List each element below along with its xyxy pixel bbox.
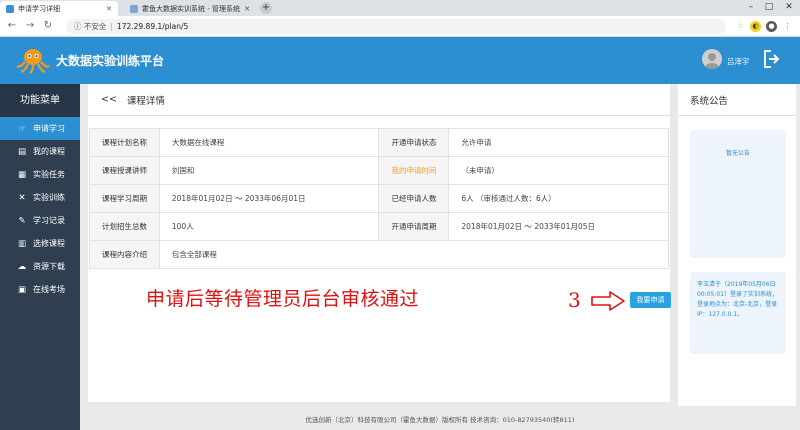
sidebar-item-electives[interactable]: ▥ 选修课程 bbox=[0, 232, 80, 255]
url-separator: | bbox=[110, 22, 113, 31]
field-value: 2018年01月02日 ～ 2033年01月05日 bbox=[448, 212, 669, 241]
browser-tab-bar: 申请学习详细 ✕ 霍鱼大数据实训系统 - 管理系统 ✕ + – □ ✕ bbox=[0, 0, 800, 16]
app-header: 大数据实验训练平台 吕泽宇 bbox=[0, 37, 800, 84]
url-text: 172.29.89.1/plan/5 bbox=[116, 22, 189, 31]
menu-kebab-icon[interactable]: ⋮ bbox=[782, 21, 793, 32]
book-icon: ▤ bbox=[17, 146, 27, 157]
field-value: 大数据在线课程 bbox=[158, 128, 380, 157]
username[interactable]: 吕泽宇 bbox=[727, 56, 750, 67]
calendar-icon: ▦ bbox=[17, 169, 27, 180]
forward-arrow-icon[interactable]: → bbox=[24, 20, 36, 31]
notice-empty-box: 暂无公告 bbox=[690, 130, 786, 258]
field-label: 计划招生总数 bbox=[89, 212, 160, 241]
exam-icon: ▣ bbox=[17, 284, 27, 295]
back-arrow-icon[interactable]: ← bbox=[6, 20, 18, 31]
sidebar-item-label: 资源下载 bbox=[33, 262, 65, 271]
info-icon: ⓘ bbox=[74, 22, 84, 31]
extension-icon[interactable]: ◐ bbox=[750, 21, 761, 32]
sidebar-item-downloads[interactable]: ☁ 资源下载 bbox=[0, 255, 80, 278]
field-label: 课程授课讲师 bbox=[89, 156, 160, 185]
table-row: 课程授课讲师 刘国和 我的申请时间 （未申请） bbox=[89, 156, 669, 185]
table-row: 课程计划名称 大数据在线课程 开通申请状态 允许申请 bbox=[89, 128, 669, 157]
field-value: （未申请） bbox=[448, 156, 669, 185]
sidebar-item-label: 在线考场 bbox=[33, 285, 65, 294]
browser-tab-inactive[interactable]: 霍鱼大数据实训系统 - 管理系统 ✕ bbox=[124, 1, 256, 16]
url-field[interactable]: ⓘ 不安全 | 172.29.89.1/plan/5 bbox=[66, 19, 726, 34]
sidebar-item-apply[interactable]: ☞ 申请学习 bbox=[0, 117, 80, 140]
field-label: 课程学习周期 bbox=[89, 184, 160, 213]
field-label: 我的申请时间 bbox=[378, 156, 450, 185]
field-value: 包含全部课程 bbox=[158, 240, 670, 269]
annotation-text: 申请后等待管理员后台审核通过 bbox=[146, 288, 420, 310]
apply-button[interactable]: 我要申请 bbox=[630, 292, 671, 308]
step-number: 3 bbox=[568, 288, 581, 312]
table-row: 课程内容介绍 包含全部课程 bbox=[89, 240, 670, 269]
new-tab-button[interactable]: + bbox=[260, 2, 272, 14]
page-title: 课程详情 bbox=[126, 95, 165, 107]
tab-close-icon[interactable]: ✕ bbox=[104, 5, 114, 13]
field-value: 刘国和 bbox=[158, 156, 380, 185]
reload-icon[interactable]: ↻ bbox=[42, 20, 54, 31]
edit-icon: ✎ bbox=[18, 215, 26, 226]
field-value: 100人 bbox=[158, 212, 380, 241]
sidebar-title: 功能菜单 bbox=[0, 84, 80, 117]
field-value: 6人 （审核通过人数：6人） bbox=[448, 184, 669, 213]
sidebar-item-training[interactable]: ✕ 实验训练 bbox=[0, 186, 80, 209]
table-row: 计划招生总数 100人 开通申请周期 2018年01月02日 ～ 2033年01… bbox=[89, 212, 669, 241]
field-label: 已经申请人数 bbox=[378, 184, 450, 213]
field-label: 课程计划名称 bbox=[89, 128, 160, 157]
logout-icon[interactable] bbox=[762, 49, 780, 69]
login-info-box: 李玉清于（2019年05月06日00:05:01）登录了实训系统，登录地点为：北… bbox=[690, 272, 786, 354]
app-title: 大数据实验训练平台 bbox=[56, 54, 165, 68]
tab-favicon-icon bbox=[6, 4, 14, 13]
address-bar: ← → ↻ ⓘ 不安全 | 172.29.89.1/plan/5 ☆ ◐ ● ⋮ bbox=[0, 16, 800, 37]
table-row: 课程学习周期 2018年01月02日 ～ 2033年06月01日 已经申请人数 … bbox=[89, 184, 669, 213]
right-arrow-icon bbox=[591, 291, 625, 311]
maximize-icon[interactable]: □ bbox=[762, 2, 776, 12]
browser-tab-active[interactable]: 申请学习详细 ✕ bbox=[0, 1, 118, 16]
sidebar-item-label: 选修课程 bbox=[33, 239, 65, 248]
sidebar: 功能菜单 ☞ 申请学习 ▤ 我的课程 ▦ 实验任务 ✕ 实验训练 ✎ 学习记录 … bbox=[0, 84, 80, 430]
sidebar-item-tasks[interactable]: ▦ 实验任务 bbox=[0, 163, 80, 186]
notice-panel: 系统公告 暂无公告 李玉清于（2019年05月06日00:05:01）登录了实训… bbox=[678, 84, 796, 406]
course-detail-panel: << 课程详情 课程计划名称 大数据在线课程 开通申请状态 允许申请 课程授课讲… bbox=[88, 84, 670, 402]
field-label: 开通申请状态 bbox=[378, 128, 450, 157]
field-label: 开通申请周期 bbox=[378, 212, 450, 241]
tab-close-icon[interactable]: ✕ bbox=[242, 5, 252, 13]
user-avatar[interactable] bbox=[702, 49, 722, 69]
panel-header: << 课程详情 bbox=[88, 84, 670, 116]
notice-title: 系统公告 bbox=[678, 84, 796, 116]
field-value: 2018年01月02日 ～ 2033年06月01日 bbox=[158, 184, 380, 213]
cloud-download-icon: ☁ bbox=[17, 261, 27, 272]
sidebar-item-label: 实验训练 bbox=[33, 193, 65, 202]
notice-empty-text: 暂无公告 bbox=[725, 150, 750, 157]
sidebar-item-records[interactable]: ✎ 学习记录 bbox=[0, 209, 80, 232]
sidebar-item-my-courses[interactable]: ▤ 我的课程 bbox=[0, 140, 80, 163]
sidebar-item-label: 学习记录 bbox=[33, 216, 65, 225]
login-info-text: 李玉清于（2019年05月06日00:05:01）登录了实训系统，登录地点为：北… bbox=[697, 281, 778, 318]
tab-favicon-icon bbox=[130, 4, 138, 13]
sidebar-item-label: 申请学习 bbox=[33, 124, 65, 133]
course-info-table: 课程计划名称 大数据在线课程 开通申请状态 允许申请 课程授课讲师 刘国和 我的… bbox=[89, 128, 670, 269]
octopus-logo-icon bbox=[16, 49, 50, 74]
window-close-icon[interactable]: ✕ bbox=[782, 2, 796, 12]
sidebar-item-exams[interactable]: ▣ 在线考场 bbox=[0, 278, 80, 301]
account-icon[interactable]: ● bbox=[766, 21, 777, 32]
back-link[interactable]: << bbox=[101, 94, 117, 105]
wrench-icon: ✕ bbox=[18, 192, 26, 203]
library-icon: ▥ bbox=[17, 238, 27, 249]
sidebar-item-label: 实验任务 bbox=[33, 170, 65, 179]
status-link[interactable]: 允许申请 bbox=[448, 128, 669, 157]
field-label: 课程内容介绍 bbox=[89, 240, 160, 269]
sidebar-item-label: 我的课程 bbox=[33, 147, 65, 156]
tab-title: 申请学习详细 bbox=[18, 4, 60, 13]
security-label: 不安全 bbox=[83, 22, 107, 31]
tab-title: 霍鱼大数据实训系统 - 管理系统 bbox=[142, 4, 240, 13]
user-silhouette-icon bbox=[705, 53, 719, 69]
bookmark-star-icon[interactable]: ☆ bbox=[735, 21, 746, 32]
hand-pointer-icon: ☞ bbox=[18, 123, 26, 134]
page-footer: 优选创新（北京）科技有限公司（霍鱼大数据）版权所有 技术咨询：010-82793… bbox=[80, 410, 800, 430]
minimize-icon[interactable]: – bbox=[744, 2, 758, 12]
